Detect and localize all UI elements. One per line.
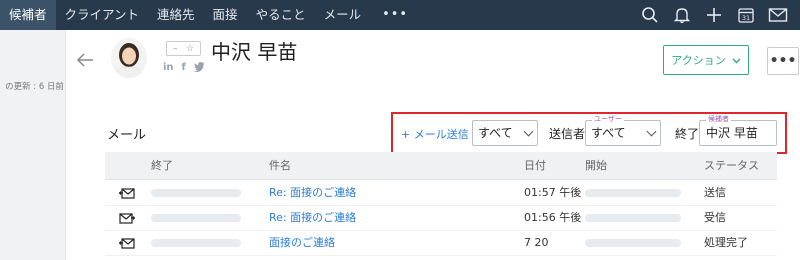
table-row[interactable]: Re: 面接のご連絡 01:57 午後 送信 (105, 181, 777, 206)
col-end[interactable]: 終了 (151, 152, 173, 180)
plus-icon[interactable] (698, 0, 730, 30)
send-mail-link[interactable]: + メール送信 (401, 126, 469, 142)
nav-more-button[interactable]: ••• (370, 0, 420, 30)
tag-dash: – (173, 43, 178, 54)
mail-icon[interactable] (762, 0, 794, 30)
mail-reply-icon (118, 237, 135, 249)
col-subject[interactable]: 件名 (269, 152, 291, 180)
candidate-field-value: 中沢 早苗 (706, 126, 758, 140)
mail-forward-icon (119, 212, 136, 224)
nav-right-icons: 31 (634, 0, 794, 30)
chevron-down-icon (732, 54, 741, 67)
calendar-icon[interactable]: 31 (730, 0, 762, 30)
mail-date: 01:57 午後 (524, 186, 582, 199)
tab-clients[interactable]: クライアント (56, 0, 149, 30)
main-content: – ☆ 中沢 早苗 in f アクション ••• メール + メール送信 すべて… (67, 30, 800, 260)
chevron-down-icon (523, 126, 534, 137)
tab-todos[interactable]: やること (247, 0, 315, 30)
calendar-day: 31 (742, 14, 750, 22)
rating-tag[interactable]: – ☆ (166, 41, 201, 56)
left-sidebar: の更新 : 6 日前 (0, 30, 66, 260)
end-label: 終了 (675, 127, 700, 141)
twitter-icon[interactable] (193, 62, 205, 75)
action-label: アクション (671, 54, 726, 67)
mail-status: 受信 (704, 211, 726, 224)
mail-section-title: メール (107, 128, 147, 143)
recipient-placeholder (151, 189, 241, 197)
social-links: in f (163, 62, 205, 75)
table-row[interactable]: 面接のご連絡 7 20 処理完了 (105, 231, 777, 256)
mail-subject-link[interactable]: Re: 面接のご連絡 (269, 206, 356, 230)
mail-subject-link[interactable]: 面接のご連絡 (269, 231, 335, 255)
mail-reply-icon (118, 187, 135, 199)
mail-status: 送信 (704, 186, 726, 199)
mail-subject-link[interactable]: Re: 面接のご連絡 (269, 181, 356, 205)
col-start[interactable]: 開始 (585, 152, 607, 180)
mail-filter-select[interactable]: すべて (472, 120, 538, 146)
candidate-name: 中沢 早苗 (211, 40, 298, 64)
search-icon[interactable] (634, 0, 666, 30)
sender-placeholder (585, 239, 681, 247)
facebook-icon[interactable]: f (182, 62, 186, 75)
mail-date: 7 20 (524, 236, 549, 249)
top-nav: 候補者 クライアント 連絡先 面接 やること メール ••• 31 (0, 0, 800, 30)
tab-contacts[interactable]: 連絡先 (148, 0, 204, 30)
sender-label: 送信者 (549, 127, 586, 141)
sender-user-value: すべて (591, 126, 626, 140)
tab-candidates[interactable]: 候補者 (0, 0, 56, 30)
chevron-down-icon (646, 126, 657, 137)
col-status[interactable]: ステータス (704, 152, 759, 180)
recipient-placeholder (151, 214, 241, 222)
tab-mail[interactable]: メール (315, 0, 371, 30)
table-row[interactable]: Re: 面接のご連絡 01:56 午後 受信 (105, 206, 777, 231)
linkedin-icon[interactable]: in (163, 62, 174, 75)
mail-filter-value: すべて (478, 126, 513, 140)
sender-placeholder (585, 214, 681, 222)
sender-user-select[interactable]: ユーザー すべて (585, 115, 661, 146)
tab-interviews[interactable]: 面接 (204, 0, 247, 30)
back-arrow-icon[interactable] (75, 50, 95, 70)
last-updated-text: の更新 : 6 日前 (5, 82, 64, 92)
col-date[interactable]: 日付 (524, 152, 546, 180)
mail-status: 処理完了 (704, 236, 748, 249)
more-options-button[interactable]: ••• (767, 47, 799, 75)
action-button[interactable]: アクション (663, 45, 749, 75)
mail-date: 01:56 午後 (524, 211, 582, 224)
recipient-placeholder (151, 239, 241, 247)
bell-icon[interactable] (666, 0, 698, 30)
candidate-field[interactable]: 候補者 中沢 早苗 (699, 115, 777, 146)
candidate-float-label: 候補者 (706, 115, 731, 123)
candidate-avatar (111, 38, 147, 78)
sender-placeholder (585, 189, 681, 197)
mail-table-header: 終了 件名 日付 開始 ステータス (105, 152, 777, 180)
user-float-label: ユーザー (592, 115, 624, 123)
star-icon[interactable]: ☆ (186, 44, 194, 54)
